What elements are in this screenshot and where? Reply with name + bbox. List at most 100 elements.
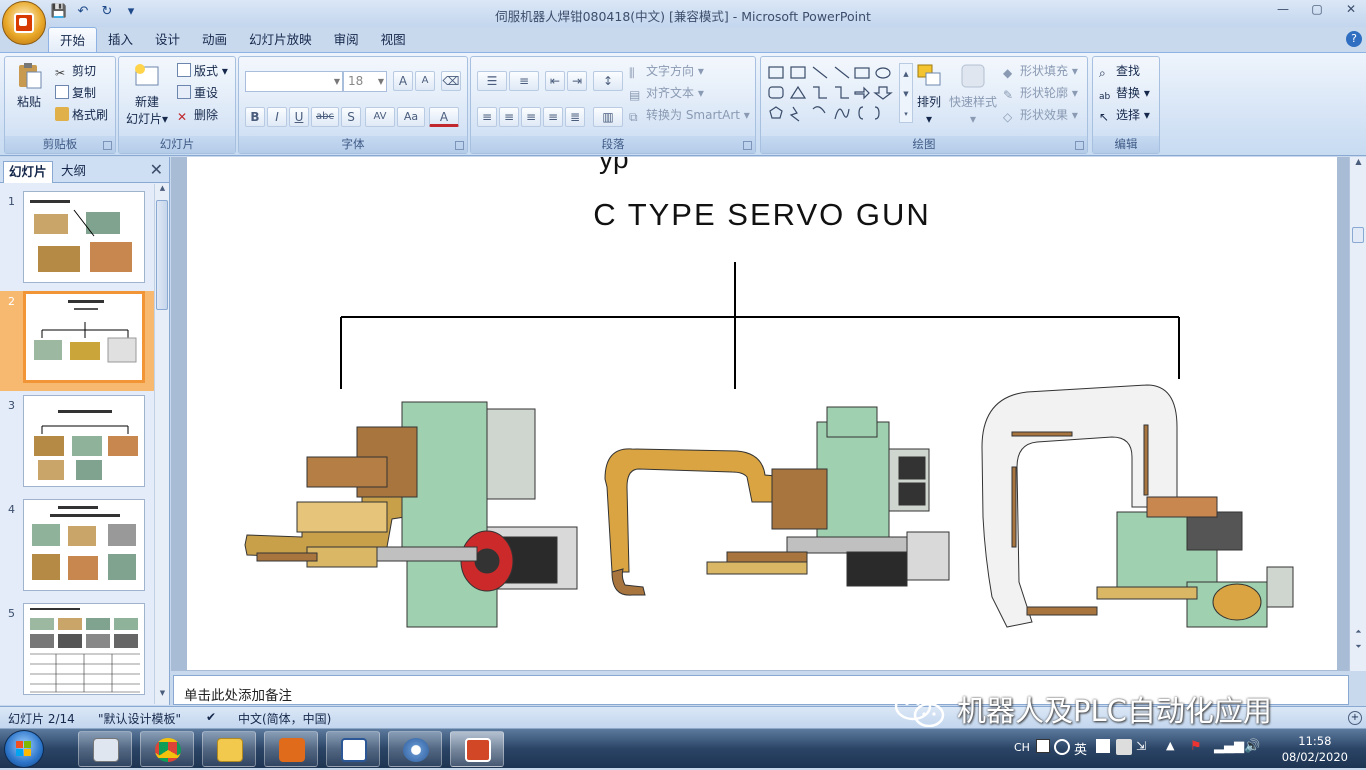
slide-pane-scrollbar[interactable]: ▲ ▼ <box>154 184 169 704</box>
volume-icon[interactable]: 🔊 <box>1244 739 1260 754</box>
taskbar-app-orange[interactable] <box>264 731 318 767</box>
align-right-button[interactable]: ≡ <box>521 107 541 127</box>
font-launcher-icon[interactable] <box>455 141 464 150</box>
change-case-button[interactable]: Aa <box>397 107 425 127</box>
text-direction-button[interactable]: ⫼ 文字方向 ▾ <box>629 61 704 81</box>
tab-slideshow[interactable]: 幻灯片放映 <box>238 27 323 52</box>
strikethrough-button[interactable]: abc <box>311 107 339 127</box>
align-text-button[interactable]: ▤ 对齐文本 ▾ <box>629 83 704 103</box>
increase-indent-button[interactable]: ⇥ <box>567 71 587 91</box>
tab-review[interactable]: 审阅 <box>323 27 370 52</box>
shrink-font-button[interactable]: A <box>415 71 435 91</box>
tab-home[interactable]: 开始 <box>48 27 98 52</box>
ime-grid-icon[interactable] <box>1036 739 1050 753</box>
clipboard-launcher-icon[interactable] <box>103 141 112 150</box>
paragraph-launcher-icon[interactable] <box>743 141 752 150</box>
ime-menu-icon[interactable]: ⇲ <box>1136 739 1146 753</box>
distribute-button[interactable]: ≣ <box>565 107 585 127</box>
select-button[interactable]: ↖ 选择 ▾ <box>1099 105 1150 125</box>
format-painter-button[interactable]: 格式刷 <box>55 105 108 125</box>
italic-button[interactable]: I <box>267 107 287 127</box>
prev-slide-icon[interactable]: ⏶ <box>1351 627 1366 641</box>
font-name-combo[interactable]: ▼ <box>245 71 343 92</box>
slide-thumb-3[interactable]: 3 <box>0 395 154 495</box>
font-size-combo[interactable]: 18 ▼ <box>343 71 387 92</box>
replace-button[interactable]: ab 替换 ▾ <box>1099 83 1150 103</box>
no-entry-icon[interactable] <box>1054 739 1070 755</box>
shape-outline-button[interactable]: ✎ 形状轮廓 ▾ <box>1003 83 1078 103</box>
scroll-thumb[interactable] <box>1352 227 1364 243</box>
shape-fill-button[interactable]: ◆ 形状填充 ▾ <box>1003 61 1078 81</box>
close-pane-icon[interactable]: ✕ <box>150 160 163 179</box>
notes-placeholder[interactable]: 单击此处添加备注 <box>184 684 292 704</box>
clock[interactable]: 11:58 08/02/2020 <box>1282 733 1348 765</box>
layout-button[interactable]: 版式 ▾ <box>177 61 228 81</box>
tab-outline-pane[interactable]: 大纲 <box>56 161 91 183</box>
grow-font-button[interactable]: A <box>393 71 413 91</box>
taskbar-calculator[interactable] <box>78 731 132 767</box>
slide-canvas[interactable]: yp C TYPE SERVO GUN <box>187 157 1337 670</box>
tab-animations[interactable]: 动画 <box>191 27 238 52</box>
maximize-button[interactable]: ▢ <box>1306 2 1328 20</box>
start-button[interactable] <box>4 730 44 768</box>
network-icon[interactable]: ▂▄▆ <box>1214 739 1244 754</box>
shadow-button[interactable]: S <box>341 107 361 127</box>
align-left-button[interactable]: ≡ <box>477 107 497 127</box>
show-hidden-icon[interactable]: ▲ <box>1166 739 1174 752</box>
punctuation-icon[interactable] <box>1096 739 1110 753</box>
columns-button[interactable]: ▥ <box>593 107 623 127</box>
taskbar-explorer[interactable] <box>202 731 256 767</box>
arrange-button[interactable]: 排列 ▾ <box>911 61 947 128</box>
language-indicator[interactable]: 中文(简体，中国) <box>238 710 331 727</box>
taskbar-word[interactable] <box>326 731 380 767</box>
theme-name[interactable]: "默认设计模板" <box>98 710 181 727</box>
bullets-button[interactable]: ☰ <box>477 71 507 91</box>
zoom-in-icon[interactable]: + <box>1348 711 1362 725</box>
paste-button[interactable]: 粘贴 <box>11 61 47 111</box>
tab-design[interactable]: 设计 <box>144 27 191 52</box>
clear-format-button[interactable]: ⌫ <box>441 71 461 91</box>
convert-smartart-button[interactable]: ⧉ 转换为 SmartArt ▾ <box>629 105 750 125</box>
reset-button[interactable]: 重设 <box>177 83 218 103</box>
decrease-indent-button[interactable]: ⇤ <box>545 71 565 91</box>
justify-button[interactable]: ≡ <box>543 107 563 127</box>
office-button[interactable] <box>2 1 46 45</box>
shape-effects-button[interactable]: ◇ 形状效果 ▾ <box>1003 105 1078 125</box>
minimize-button[interactable]: — <box>1272 2 1294 20</box>
copy-button[interactable]: 复制 <box>55 83 96 103</box>
editor-scrollbar[interactable]: ▲ ⏶ ⏷ <box>1349 157 1366 671</box>
delete-slide-button[interactable]: ✕ 删除 <box>177 105 218 125</box>
slide-thumb-2[interactable]: 2 <box>0 291 154 391</box>
font-color-button[interactable]: A <box>429 107 459 127</box>
close-button[interactable]: ✕ <box>1340 2 1362 20</box>
ime-tool-icon[interactable] <box>1116 739 1132 755</box>
input-lang[interactable]: CH <box>1014 741 1030 754</box>
numbering-button[interactable]: ≡ <box>509 71 539 91</box>
slide-thumb-1[interactable]: 1 <box>0 191 154 291</box>
bold-button[interactable]: B <box>245 107 265 127</box>
tab-view[interactable]: 视图 <box>370 27 417 52</box>
drawing-launcher-icon[interactable] <box>1075 141 1084 150</box>
find-button[interactable]: ⌕ 查找 <box>1099 61 1140 81</box>
cut-button[interactable]: ✂ 剪切 <box>55 61 96 81</box>
taskbar-settings[interactable] <box>388 731 442 767</box>
quick-styles-button[interactable]: 快速样式 ▾ <box>947 61 999 128</box>
tab-slides-pane[interactable]: 幻灯片 <box>3 161 53 183</box>
shapes-gallery[interactable] <box>767 63 895 125</box>
ime-mode[interactable]: 英 <box>1074 739 1087 758</box>
spellcheck-icon[interactable]: ✔ <box>206 710 216 724</box>
taskbar-chrome[interactable] <box>140 731 194 767</box>
underline-button[interactable]: U <box>289 107 309 127</box>
taskbar-powerpoint[interactable] <box>450 731 504 767</box>
flag-icon[interactable]: ⚑ <box>1190 739 1202 754</box>
slide-thumb-5[interactable]: 5 <box>0 603 154 703</box>
char-spacing-button[interactable]: AV <box>365 107 395 127</box>
line-spacing-button[interactable]: ↕ <box>593 71 623 91</box>
align-center-button[interactable]: ≡ <box>499 107 519 127</box>
new-slide-button[interactable]: 新建 幻灯片▾ <box>123 61 171 128</box>
help-icon[interactable]: ? <box>1346 31 1362 47</box>
tab-insert[interactable]: 插入 <box>97 27 144 52</box>
next-slide-icon[interactable]: ⏷ <box>1351 642 1366 656</box>
slide-thumb-4[interactable]: 4 <box>0 499 154 599</box>
scroll-up-icon[interactable]: ▲ <box>1351 157 1366 171</box>
